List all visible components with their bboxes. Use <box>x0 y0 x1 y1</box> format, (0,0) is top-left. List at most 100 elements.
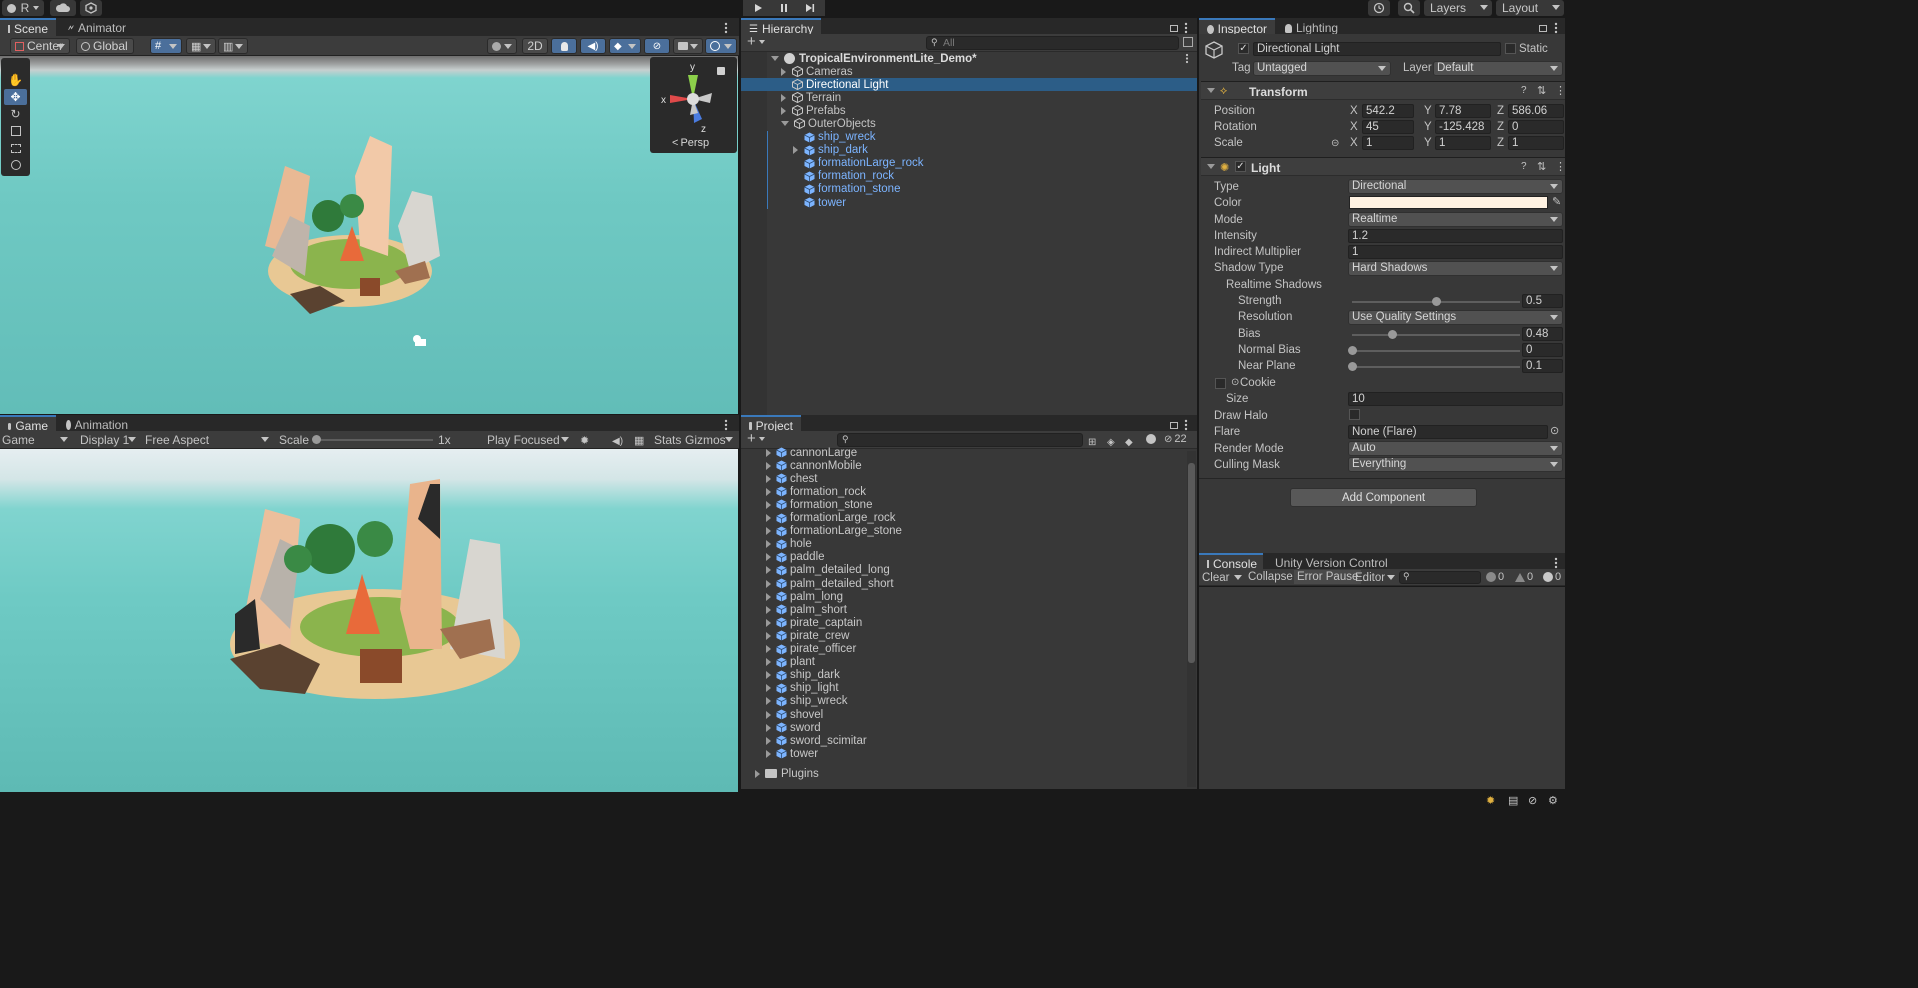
shadow-type-dropdown[interactable]: Hard Shadows <box>1348 261 1563 276</box>
project-asset-item[interactable]: shovel <box>766 708 823 721</box>
camera-settings-dropdown[interactable] <box>673 38 703 54</box>
project-asset-item[interactable]: chest <box>766 472 818 485</box>
step-button[interactable] <box>795 0 825 16</box>
play-focus-dropdown[interactable]: Play Focused <box>487 432 573 447</box>
rect-tool-button[interactable] <box>4 140 27 156</box>
rotation-x-field[interactable]: 45 <box>1362 120 1414 134</box>
hierarchy-item[interactable]: ship_dark <box>793 144 868 157</box>
tag-dropdown[interactable]: Untagged <box>1253 61 1391 76</box>
build-icon[interactable]: ▤ <box>1508 794 1518 807</box>
hidden-objects-toggle[interactable]: ⊘ <box>644 38 670 54</box>
draw-mode-button[interactable] <box>487 38 517 54</box>
stats-button[interactable]: Stats <box>654 433 681 447</box>
normal-bias-field[interactable]: 0 <box>1522 343 1563 357</box>
editor-dropdown[interactable]: Editor <box>1355 570 1395 585</box>
position-z-field[interactable]: 586.06 <box>1508 104 1564 118</box>
component-menu-icon[interactable]: ⋮ <box>1555 160 1566 173</box>
scene-root[interactable]: TropicalEnvironmentLite_Demo* <box>771 52 977 65</box>
search-by-type-button[interactable]: ⊞ <box>1088 434 1096 448</box>
hierarchy-item[interactable]: tower <box>793 196 846 209</box>
perspective-toggle[interactable]: < Persp <box>672 137 709 149</box>
project-asset-item[interactable]: ship_dark <box>766 669 840 682</box>
increment-snap-button[interactable]: ▥ <box>218 38 248 54</box>
project-menu-icon[interactable] <box>1184 419 1188 431</box>
hierarchy-menu-icon[interactable] <box>1184 22 1188 34</box>
project-scrollbar-thumb[interactable] <box>1188 463 1195 663</box>
project-asset-item[interactable]: ship_light <box>766 682 839 695</box>
preset-icon[interactable]: ⇅ <box>1537 84 1546 97</box>
pivot-dropdown[interactable]: Center <box>10 38 70 54</box>
project-asset-item[interactable]: palm_detailed_long <box>766 564 890 577</box>
position-x-field[interactable]: 542.2 <box>1362 104 1414 118</box>
light-enabled-checkbox[interactable]: ✓ <box>1235 161 1246 172</box>
inspector-lock-icon[interactable] <box>1539 22 1547 32</box>
folder-plugins[interactable]: Plugins <box>755 767 819 780</box>
light-header[interactable]: ✺ ✓ Light ? ⇅ ⋮ <box>1201 157 1566 176</box>
project-asset-item[interactable]: pirate_captain <box>766 616 862 629</box>
add-component-button[interactable]: Add Component <box>1290 488 1477 507</box>
shortcuts-button[interactable]: ▦ <box>634 433 644 447</box>
project-asset-item[interactable]: cannonLarge <box>766 446 857 459</box>
project-lock-icon[interactable] <box>1170 419 1178 429</box>
object-picker-icon[interactable]: ⊙ <box>1550 424 1559 437</box>
project-scrollbar[interactable] <box>1187 451 1196 787</box>
game-viewport[interactable] <box>0 449 738 793</box>
hierarchy-item[interactable]: OuterObjects <box>781 117 876 130</box>
project-asset-item[interactable]: palm_short <box>766 603 847 616</box>
type-dropdown[interactable]: Directional <box>1348 179 1563 194</box>
near-plane-field[interactable]: 0.1 <box>1522 359 1563 373</box>
scene-visibility-icon[interactable] <box>1183 37 1193 47</box>
collab-button[interactable] <box>80 0 102 16</box>
gizmos-dropdown[interactable] <box>705 38 737 54</box>
project-asset-item[interactable]: pirate_officer <box>766 643 856 656</box>
transform-header[interactable]: ⟡ Transform ? ⇅ ⋮ <box>1201 81 1566 100</box>
account-button[interactable]: R <box>2 0 44 16</box>
scale-z-field[interactable]: 1 <box>1508 136 1564 150</box>
project-asset-item[interactable]: sword_scimitar <box>766 734 867 747</box>
project-asset-item[interactable]: formation_stone <box>766 498 872 511</box>
project-asset-item[interactable]: palm_long <box>766 590 843 603</box>
project-asset-item[interactable]: palm_detailed_short <box>766 577 894 590</box>
game-gizmos-dropdown[interactable]: Gizmos <box>685 432 737 447</box>
position-y-field[interactable]: 7.78 <box>1435 104 1491 118</box>
effects-dropdown[interactable]: ◆ <box>609 38 641 54</box>
near-plane-slider-knob[interactable] <box>1348 362 1357 371</box>
project-asset-item[interactable]: tower <box>766 747 818 760</box>
grid-snap-button[interactable]: # <box>150 38 182 54</box>
rotation-y-field[interactable]: -125.428 <box>1435 120 1491 134</box>
hand-tool-button[interactable]: ✋ <box>4 72 27 88</box>
scale-x-field[interactable]: 1 <box>1362 136 1414 150</box>
cookie-foldout[interactable] <box>1215 378 1226 389</box>
hierarchy-item[interactable]: formationLarge_rock <box>793 157 923 170</box>
eyedropper-icon[interactable]: ✎ <box>1552 195 1561 208</box>
rotation-z-field[interactable]: 0 <box>1508 120 1564 134</box>
size-field[interactable]: 10 <box>1348 392 1563 406</box>
scale-y-field[interactable]: 1 <box>1435 136 1491 150</box>
preset-icon[interactable]: ⇅ <box>1537 160 1546 173</box>
help-icon[interactable]: ? <box>1521 85 1527 96</box>
flare-field[interactable]: None (Flare) <box>1348 425 1548 439</box>
progress-icon[interactable]: ⊘ <box>1528 794 1537 807</box>
toggle-2d-button[interactable]: 2D <box>522 38 548 54</box>
scene-root-menu-icon[interactable] <box>1185 53 1189 64</box>
scale-slider-knob[interactable] <box>312 435 321 444</box>
clear-dropdown[interactable]: Clear <box>1202 570 1244 585</box>
scale-slider[interactable] <box>312 435 433 444</box>
error-toggle[interactable]: 0 <box>1543 571 1561 583</box>
project-asset-item[interactable]: sword <box>766 721 821 734</box>
strength-slider-knob[interactable] <box>1432 297 1441 306</box>
search-by-label-button[interactable]: ◈ <box>1107 434 1115 448</box>
hierarchy-item[interactable]: Prefabs <box>781 104 846 117</box>
draw-halo-checkbox[interactable] <box>1349 409 1360 420</box>
bias-field[interactable]: 0.48 <box>1522 327 1563 341</box>
project-asset-item[interactable]: pirate_crew <box>766 629 849 642</box>
bug-report-icon[interactable]: ✹ <box>1486 794 1495 807</box>
object-name-field[interactable]: Directional Light <box>1253 42 1501 56</box>
search-button[interactable] <box>1398 0 1420 16</box>
display-dropdown[interactable]: Display 1 <box>80 432 140 447</box>
project-search-input[interactable]: ⚲ <box>837 433 1083 447</box>
intensity-field[interactable]: 1.2 <box>1348 229 1563 243</box>
near-plane-slider[interactable] <box>1352 366 1520 368</box>
project-asset-item[interactable]: hole <box>766 538 812 551</box>
tab-scene[interactable]: Scene <box>0 18 56 38</box>
